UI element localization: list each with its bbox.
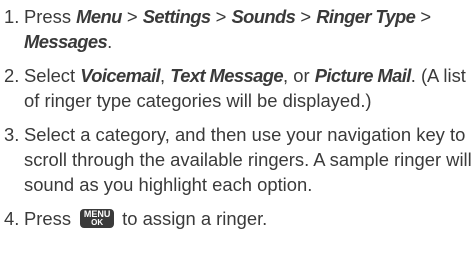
step-4: 4. Press MENU OK to assign a ringer.	[4, 206, 472, 231]
menu-path-menu: Menu	[76, 6, 122, 27]
step-text-segment: ,	[160, 65, 171, 86]
step-text-segment: Select a category, and then use your nav…	[24, 124, 472, 195]
option-voicemail: Voicemail	[80, 65, 161, 86]
instruction-steps: 1. Press Menu > Settings > Sounds > Ring…	[4, 4, 472, 240]
step-text: Select a category, and then use your nav…	[24, 122, 472, 197]
menu-path-sounds: Sounds	[231, 6, 296, 27]
menu-ok-key-icon: MENU OK	[80, 209, 115, 228]
step-number: 2.	[4, 65, 20, 86]
step-text-segment: .	[107, 31, 113, 52]
option-picture-mail: Picture Mail	[314, 65, 412, 86]
step-number: 4.	[4, 208, 20, 229]
path-separator: >	[295, 6, 317, 27]
step-2: 2. Select Voicemail, Text Message, or Pi…	[4, 63, 472, 113]
key-label-bottom: OK	[91, 218, 104, 227]
option-text-message: Text Message	[170, 65, 283, 86]
step-1: 1. Press Menu > Settings > Sounds > Ring…	[4, 4, 472, 54]
step-text: Press Menu > Settings > Sounds > Ringer …	[24, 4, 472, 54]
step-number: 3.	[4, 124, 20, 145]
step-3: 3. Select a category, and then use your …	[4, 122, 472, 197]
step-number: 1.	[4, 6, 20, 27]
step-text: Press MENU OK to assign a ringer.	[24, 206, 472, 231]
step-text-segment: Select	[24, 65, 81, 86]
path-separator: >	[121, 6, 143, 27]
menu-path-settings: Settings	[142, 6, 211, 27]
step-text-segment: to assign a ringer.	[122, 208, 268, 229]
step-text-segment: Press	[24, 6, 77, 27]
step-text-segment: Press	[24, 208, 77, 229]
step-text: Select Voicemail, Text Message, or Pictu…	[24, 63, 472, 113]
menu-path-ringer-type: Ringer Type	[316, 6, 416, 27]
step-text-segment: , or	[283, 65, 315, 86]
path-separator: >	[210, 6, 232, 27]
menu-path-messages: Messages	[24, 31, 108, 52]
path-separator: >	[415, 6, 432, 27]
